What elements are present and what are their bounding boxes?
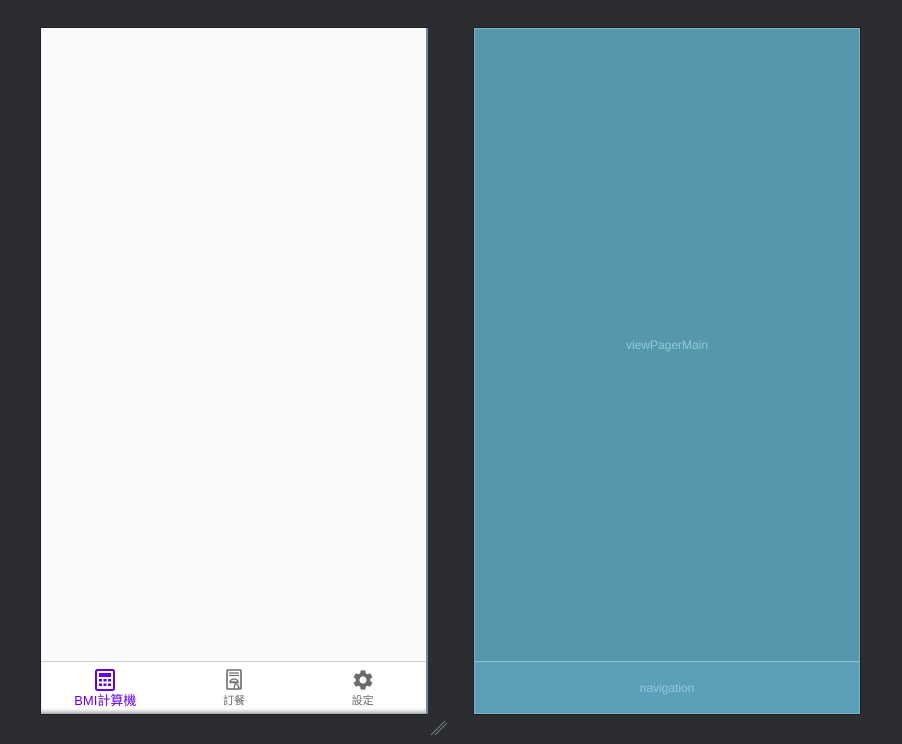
frame-edge <box>426 28 428 714</box>
nav-label-settings: 設定 <box>351 695 374 707</box>
nav-label-bmi-calculator: BMI計算機 <box>74 693 137 708</box>
layout-editor-canvas: BMI計算機 訂餐 設定 viewPagerMain navigation <box>0 0 902 744</box>
resize-handle-icon[interactable] <box>430 720 448 736</box>
blueprint-view-pager-main[interactable]: viewPagerMain <box>474 28 860 661</box>
nav-label-order-food: 訂餐 <box>223 695 245 707</box>
design-view[interactable]: BMI計算機 訂餐 設定 <box>41 28 428 714</box>
nav-item-order-food[interactable]: 訂餐 <box>170 662 299 714</box>
calculator-icon <box>95 669 116 691</box>
food-order-icon <box>226 669 242 690</box>
blueprint-navigation[interactable]: navigation <box>474 661 860 714</box>
bottom-navigation[interactable]: BMI計算機 訂餐 設定 <box>41 661 427 714</box>
blueprint-view-pager-label: viewPagerMain <box>625 337 709 352</box>
nav-item-settings[interactable]: 設定 <box>298 662 427 714</box>
nav-item-bmi-calculator[interactable]: BMI計算機 <box>41 662 170 714</box>
gear-icon <box>353 670 373 690</box>
blueprint-navigation-label: navigation <box>639 681 695 695</box>
view-pager-main[interactable] <box>41 28 427 661</box>
blueprint-view[interactable]: viewPagerMain navigation <box>474 28 860 714</box>
